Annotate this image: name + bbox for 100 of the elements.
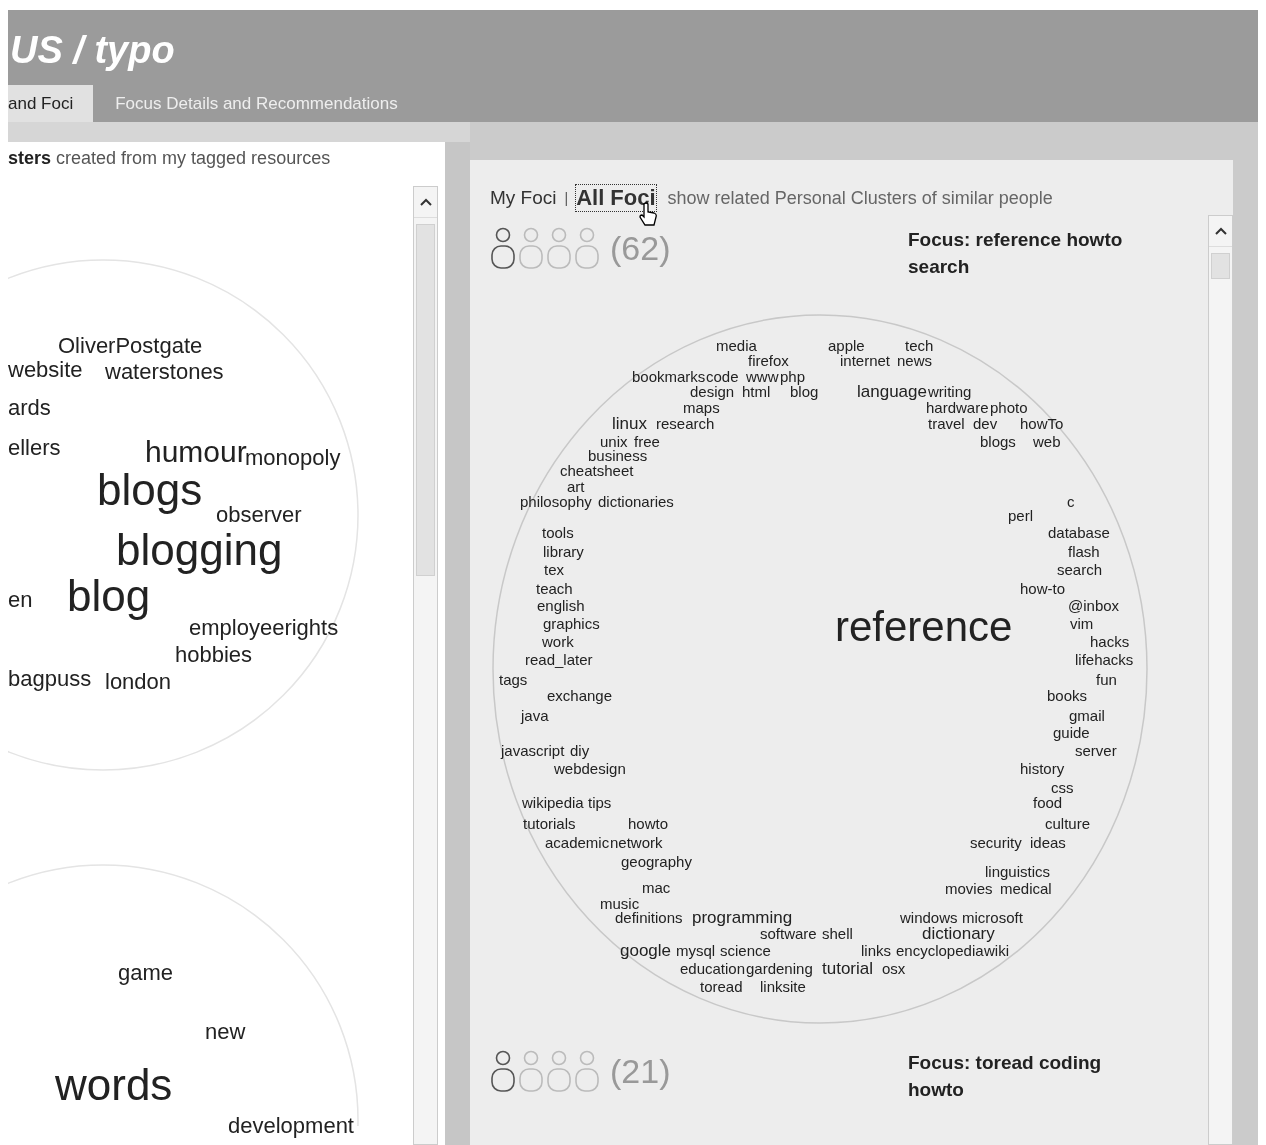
tag-word[interactable]: gardening (746, 960, 813, 976)
tag-word[interactable]: microsoft (962, 909, 1023, 925)
tag-word[interactable]: howTo (1020, 415, 1064, 431)
scroll-up-icon[interactable] (419, 198, 432, 206)
tag-word[interactable]: waterstones (105, 361, 224, 383)
tag-word[interactable]: perl (1008, 507, 1033, 523)
tag-word[interactable]: graphics (543, 615, 600, 631)
tag-word[interactable]: toread (700, 978, 743, 994)
tag-word[interactable]: music (600, 895, 640, 911)
tag-word[interactable]: website (8, 359, 83, 381)
tag-word[interactable]: definitions (615, 909, 683, 925)
tab[interactable]: and Foci (8, 85, 94, 122)
tag-word[interactable]: mysql (676, 942, 716, 958)
tag-word[interactable]: code (706, 368, 739, 384)
tag-word[interactable]: web (1033, 433, 1061, 449)
tag-word[interactable]: encyclopedia (896, 942, 984, 958)
tag-word[interactable]: google (620, 941, 672, 959)
tag-word[interactable]: howto (628, 815, 669, 831)
scroll-up-icon[interactable] (1214, 227, 1227, 235)
tag-word[interactable]: wikipedia (522, 794, 584, 810)
tag-word[interactable]: business (588, 447, 648, 463)
tag-word[interactable]: how-to (1020, 580, 1066, 596)
tag-word[interactable]: blogs (980, 433, 1016, 449)
tag-word[interactable]: firefox (748, 352, 789, 368)
tag-word[interactable]: linguistics (985, 863, 1051, 879)
tag-word[interactable]: c (1067, 493, 1075, 509)
tag-word[interactable]: tutorial (822, 959, 874, 977)
tag-word[interactable]: security (970, 834, 1022, 850)
tag-word[interactable]: bookmarks (632, 368, 706, 384)
tag-word[interactable]: new (205, 1021, 246, 1043)
tag-word[interactable]: reference (835, 606, 1013, 648)
tag-word[interactable]: java (521, 707, 549, 723)
scrollbar[interactable] (1208, 215, 1233, 1145)
tag-word[interactable]: research (656, 415, 715, 431)
tag-word[interactable]: html (742, 383, 771, 399)
tag-word[interactable]: philosophy (520, 493, 592, 509)
tag-word[interactable]: news (897, 352, 933, 368)
tag-word[interactable]: apple (828, 337, 865, 353)
tag-word[interactable]: OliverPostgate (58, 335, 203, 357)
tag-word[interactable]: server (1075, 742, 1117, 758)
tag-word[interactable]: read_later (525, 651, 593, 667)
tag-word[interactable]: bagpuss (8, 668, 92, 690)
tag-word[interactable]: game (118, 962, 174, 984)
tag-word[interactable]: travel (928, 415, 965, 431)
tag-word[interactable]: www (746, 368, 779, 384)
tag-word[interactable]: dictionaries (598, 493, 674, 509)
scrollbar[interactable] (413, 186, 438, 1145)
tag-word[interactable]: hardware (926, 399, 989, 415)
tag-word[interactable]: ideas (1030, 834, 1066, 850)
tag-word[interactable]: wiki (984, 942, 1009, 958)
tag-word[interactable]: ellers (8, 437, 61, 459)
tag-word[interactable]: vim (1070, 615, 1094, 631)
tag-word[interactable]: writing (928, 383, 972, 399)
tag-word[interactable]: shell (822, 925, 853, 941)
tag-word[interactable]: internet (840, 352, 891, 368)
tag-word[interactable]: tutorials (523, 815, 576, 831)
tag-word[interactable]: science (720, 942, 771, 958)
tag-word[interactable]: javascript (501, 742, 565, 758)
tag-word[interactable]: words (55, 1063, 173, 1107)
tag-word[interactable]: webdesign (554, 760, 626, 776)
tag-word[interactable]: work (542, 633, 574, 649)
tag-word[interactable]: cheatsheet (560, 462, 634, 478)
tag-word[interactable]: tech (905, 337, 934, 353)
tag-word[interactable]: fun (1096, 671, 1117, 687)
tag-word[interactable]: windows (900, 909, 958, 925)
tag-word[interactable]: geography (621, 853, 692, 869)
tag-word[interactable]: blog (790, 383, 819, 399)
tag-word[interactable]: programming (692, 908, 793, 926)
tag-word[interactable]: lifehacks (1075, 651, 1134, 667)
tag-word[interactable]: tags (499, 671, 528, 687)
tag-word[interactable]: ards (8, 397, 51, 419)
tag-word[interactable]: osx (882, 960, 906, 976)
tag-word[interactable]: development (228, 1115, 354, 1137)
tag-word[interactable]: en (8, 589, 33, 611)
tag-word[interactable]: diy (570, 742, 590, 758)
tag-word[interactable]: food (1033, 794, 1063, 810)
tag-word[interactable]: academic (545, 834, 610, 850)
tag-word[interactable]: medical (1000, 880, 1052, 896)
tag-word[interactable]: mac (642, 879, 671, 895)
tag-word[interactable]: blogging (116, 528, 283, 572)
tag-word[interactable]: maps (683, 399, 720, 415)
tag-word[interactable]: @inbox (1068, 597, 1120, 613)
tag-word[interactable]: language (857, 382, 927, 400)
tag-word[interactable]: teach (536, 580, 573, 596)
tag-word[interactable]: guide (1053, 724, 1090, 740)
tag-word[interactable]: english (537, 597, 585, 613)
tag-word[interactable]: history (1020, 760, 1065, 776)
tag-word[interactable]: blog (67, 574, 151, 618)
tag-word[interactable]: free (634, 433, 660, 449)
tag-word[interactable]: linksite (760, 978, 806, 994)
tag-word[interactable]: library (543, 543, 584, 559)
tag-word[interactable]: books (1047, 687, 1088, 703)
tag-word[interactable]: tips (588, 794, 612, 810)
tag-word[interactable]: tools (542, 524, 574, 540)
tag-word[interactable]: links (861, 942, 891, 958)
tag-word[interactable]: exchange (547, 687, 613, 703)
tag-word[interactable]: tex (544, 561, 564, 577)
tag-word[interactable]: search (1057, 561, 1103, 577)
tag-word[interactable]: employeerights (189, 617, 339, 639)
tag-word[interactable]: hacks (1090, 633, 1130, 649)
